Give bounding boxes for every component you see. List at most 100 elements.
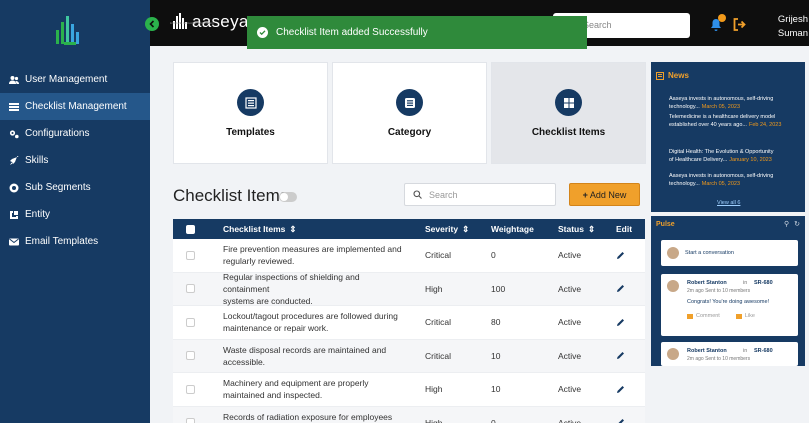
user-name[interactable]: Grijesh Suman bbox=[768, 13, 808, 41]
row-checkbox[interactable] bbox=[186, 284, 195, 294]
sidebar-item-user-management[interactable]: User Management bbox=[0, 66, 150, 93]
filter-icon[interactable]: ⚲ bbox=[784, 221, 789, 228]
post-time: 2m ago Sent to 10 members bbox=[687, 288, 751, 294]
pencil-icon bbox=[617, 318, 624, 326]
row-checkbox[interactable] bbox=[186, 250, 195, 260]
list-search-input[interactable]: Search bbox=[404, 183, 556, 206]
table-row: Machinery and equipment are properly main… bbox=[173, 373, 645, 407]
sidebar-item-checklist-management[interactable]: Checklist Management bbox=[0, 93, 150, 120]
post-author[interactable]: Robert Stanton bbox=[687, 348, 727, 354]
background-strip bbox=[651, 366, 805, 423]
row-checkbox[interactable] bbox=[186, 317, 195, 327]
post-code[interactable]: SR-680 bbox=[754, 348, 773, 354]
news-item[interactable]: Telemedicine is a healthcare delivery mo… bbox=[669, 113, 801, 129]
news-item[interactable]: Aaseya invests in autonomous, self-drivi… bbox=[669, 95, 801, 111]
edit-button[interactable] bbox=[616, 306, 625, 339]
status-cell: Active bbox=[558, 417, 582, 423]
status-cell: Active bbox=[558, 350, 582, 361]
edit-button[interactable] bbox=[616, 407, 625, 423]
edit-button[interactable] bbox=[616, 239, 625, 272]
card-checklist-items[interactable]: Checklist Items bbox=[491, 62, 646, 164]
sidebar-item-label: Email Templates bbox=[25, 236, 99, 247]
refresh-icon[interactable]: ↻ bbox=[794, 221, 800, 228]
card-category[interactable]: Category bbox=[332, 62, 487, 164]
column-header-weightage: Weightage bbox=[491, 224, 534, 234]
table-row: Regular inspections of shielding and con… bbox=[173, 272, 645, 306]
pencil-icon bbox=[617, 385, 624, 393]
news-panel: News Aaseya invests in autonomous, self-… bbox=[651, 62, 805, 212]
sidebar-item-skills[interactable]: Skills bbox=[0, 147, 150, 174]
success-toast: Checklist Item added Successfully bbox=[247, 16, 587, 49]
post-author[interactable]: Robert Stanton bbox=[687, 280, 727, 286]
severity-cell: Critical bbox=[425, 250, 451, 261]
sidebar-nav: User Management Checklist Management Con… bbox=[0, 66, 150, 255]
checklist-item-text: Machinery and equipment are properly main… bbox=[223, 378, 369, 401]
aaseya-logo-icon bbox=[56, 16, 79, 45]
sidebar-item-email-templates[interactable]: Email Templates bbox=[0, 228, 150, 255]
row-checkbox[interactable] bbox=[186, 351, 195, 361]
column-header-status[interactable]: Status ⇕ bbox=[558, 219, 595, 239]
brand-tagline: EVOLVE. ENGAGE. EMPOWER. bbox=[170, 21, 215, 25]
comment-button[interactable]: Comment bbox=[687, 313, 720, 319]
row-checkbox[interactable] bbox=[186, 384, 195, 394]
view-toggle[interactable] bbox=[279, 192, 297, 202]
card-label: Templates bbox=[226, 127, 275, 138]
edit-button[interactable] bbox=[616, 340, 625, 373]
search-icon bbox=[413, 190, 422, 199]
news-view-all-link[interactable]: View all 6 bbox=[717, 200, 740, 206]
envelope-icon bbox=[8, 236, 20, 248]
sidebar: User Management Checklist Management Con… bbox=[0, 0, 150, 423]
card-label: Checklist Items bbox=[531, 127, 606, 138]
pulse-tools: ⚲ ↻ bbox=[784, 220, 800, 228]
like-button[interactable]: Like bbox=[735, 313, 755, 319]
add-new-button[interactable]: + Add New bbox=[569, 183, 640, 206]
sort-icon: ⇕ bbox=[289, 224, 297, 234]
users-icon bbox=[8, 74, 20, 86]
sidebar-item-label: User Management bbox=[25, 74, 108, 85]
sort-icon: ⇕ bbox=[462, 223, 470, 234]
edit-button[interactable] bbox=[616, 273, 625, 306]
column-header-edit: Edit bbox=[616, 224, 633, 234]
logout-icon[interactable] bbox=[733, 18, 746, 31]
plus-icon: + bbox=[582, 189, 588, 200]
sidebar-collapse-button[interactable] bbox=[145, 17, 159, 31]
pencil-icon bbox=[617, 285, 624, 293]
user-first-name: Grijesh bbox=[777, 14, 808, 25]
table-row: Waste disposal records are maintained an… bbox=[173, 339, 645, 373]
news-title: News bbox=[668, 71, 689, 80]
post-code[interactable]: SR-680 bbox=[754, 280, 773, 286]
weightage-cell: 80 bbox=[491, 317, 501, 328]
status-cell: Active bbox=[558, 283, 582, 294]
card-templates[interactable]: Templates bbox=[173, 62, 328, 164]
post-actions: Comment Like bbox=[687, 313, 771, 319]
toast-message: Checklist Item added Successfully bbox=[276, 27, 428, 38]
news-item[interactable]: Aaseya invests in autonomous, self-drivi… bbox=[669, 172, 801, 188]
checklist-table: Checklist Items ⇕ Severity ⇕ Weightage Sta… bbox=[173, 219, 645, 423]
weightage-cell: 100 bbox=[491, 283, 506, 294]
grid-icon bbox=[555, 89, 582, 116]
sidebar-item-configurations[interactable]: Configurations bbox=[0, 120, 150, 147]
category-icon bbox=[396, 89, 423, 116]
sidebar-item-label: Entity bbox=[25, 209, 51, 220]
sidebar-item-entity[interactable]: Entity bbox=[0, 201, 150, 228]
newspaper-icon bbox=[656, 71, 664, 80]
notification-badge bbox=[718, 14, 726, 22]
cogs-icon bbox=[8, 128, 20, 140]
select-all-checkbox[interactable] bbox=[186, 224, 195, 234]
severity-cell: High bbox=[425, 283, 443, 294]
post-in: in bbox=[743, 348, 748, 354]
news-item[interactable]: Digital Health: The Evolution & Opportun… bbox=[669, 148, 801, 164]
checklist-item-text: Lockout/tagout procedures are followed d… bbox=[223, 311, 398, 334]
start-conversation-button[interactable]: Start a conversation bbox=[661, 240, 798, 266]
column-header-item[interactable]: Checklist Items ⇕ bbox=[223, 219, 403, 239]
weightage-cell: 10 bbox=[491, 350, 501, 361]
post-time: 2m ago Sent to 10 members bbox=[687, 356, 751, 362]
column-header-severity[interactable]: Severity ⇕ bbox=[425, 219, 469, 239]
pulse-panel: Pulse ⚲ ↻ Start a conversation Robert St… bbox=[651, 216, 805, 366]
user-last-name: Suman bbox=[777, 28, 808, 39]
sidebar-item-sub-segments[interactable]: Sub Segments bbox=[0, 174, 150, 201]
pencil-icon bbox=[617, 352, 624, 360]
add-new-label: Add New bbox=[589, 189, 627, 200]
row-checkbox[interactable] bbox=[186, 418, 195, 423]
edit-button[interactable] bbox=[616, 373, 625, 406]
